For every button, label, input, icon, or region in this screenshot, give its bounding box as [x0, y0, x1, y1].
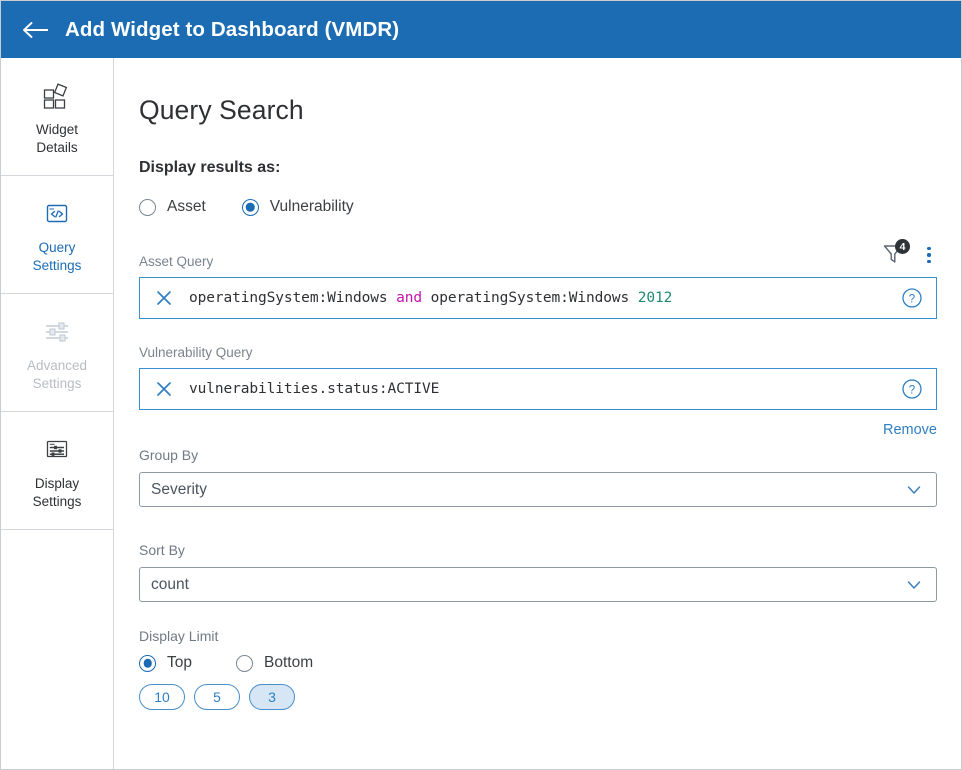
sidebar-item-widget-details[interactable]: Widget Details [1, 58, 113, 176]
radio-bottom[interactable]: Bottom [236, 654, 313, 672]
dialog-titlebar: Add Widget to Dashboard (VMDR) [1, 1, 961, 58]
page-title: Query Search [139, 95, 937, 126]
remove-row: Remove [139, 422, 937, 438]
display-limit-pills: 10 5 3 [139, 684, 937, 710]
code-brackets-icon [41, 196, 73, 232]
query-token-number: 2012 [638, 290, 673, 306]
chevron-down-icon [904, 480, 924, 500]
spacer [139, 507, 937, 533]
sidebar-label-line1: Display [35, 476, 79, 491]
radio-label: Vulnerability [270, 198, 354, 216]
asset-query-input[interactable]: operatingSystem:Windows and operatingSys… [139, 277, 937, 319]
result-type-radio-group: Asset Vulnerability [139, 198, 937, 216]
limit-pill-5[interactable]: 5 [194, 684, 240, 710]
group-by-select[interactable]: Severity [139, 472, 937, 507]
dialog-title: Add Widget to Dashboard (VMDR) [65, 18, 399, 42]
sidebar-item-display-settings[interactable]: Display Settings [1, 412, 113, 530]
filter-count-badge: 4 [895, 239, 910, 254]
sidebar-label-line1: Advanced [27, 358, 87, 373]
chevron-down-icon [904, 575, 924, 595]
sort-by-label: Sort By [139, 542, 937, 558]
sidebar-label-line1: Widget [36, 122, 78, 137]
arrow-left-icon [21, 20, 51, 40]
query-token-plain: operatingSystem:Windows [422, 290, 638, 306]
sidebar-item-label: Advanced Settings [27, 357, 87, 393]
query-token-operator: and [396, 290, 422, 306]
filter-button[interactable]: 4 [881, 242, 907, 268]
radio-indicator [139, 655, 156, 672]
sidebar-item-advanced-settings[interactable]: Advanced Settings [1, 294, 113, 412]
svg-text:?: ? [909, 384, 915, 396]
vulnerability-query-header: Vulnerability Query [139, 345, 937, 360]
vulnerability-query-text: vulnerabilities.status:ACTIVE [189, 381, 900, 397]
group-by-value: Severity [151, 481, 207, 499]
remove-link[interactable]: Remove [883, 422, 937, 438]
query-settings-panel: Query Search Display results as: Asset V… [114, 58, 961, 770]
radio-indicator [236, 655, 253, 672]
display-limit-label: Display Limit [139, 628, 937, 644]
add-widget-dialog: Add Widget to Dashboard (VMDR) Widget De… [0, 0, 962, 770]
display-limit-radio-group: Top Bottom [139, 654, 937, 672]
query-token-plain: operatingSystem:Windows [189, 290, 396, 306]
more-vertical-icon[interactable] [921, 243, 937, 267]
sidebar-label-line2: Settings [33, 494, 82, 509]
wizard-step-rail: Widget Details Query Settings [1, 58, 114, 770]
asset-query-label: Asset Query [139, 254, 213, 269]
asset-query-text: operatingSystem:Windows and operatingSys… [189, 290, 900, 306]
vulnerability-query-label: Vulnerability Query [139, 345, 253, 360]
back-arrow-button[interactable] [15, 9, 57, 51]
sidebar-label-line2: Settings [33, 258, 82, 273]
radio-indicator [242, 199, 259, 216]
question-circle-icon[interactable]: ? [900, 286, 924, 310]
close-x-icon[interactable] [153, 378, 175, 400]
radio-vulnerability[interactable]: Vulnerability [242, 198, 354, 216]
close-x-icon[interactable] [153, 287, 175, 309]
widget-details-icon [42, 78, 72, 114]
display-layout-icon [41, 432, 73, 468]
limit-pill-3[interactable]: 3 [249, 684, 295, 710]
radio-label: Bottom [264, 654, 313, 672]
radio-top[interactable]: Top [139, 654, 192, 672]
limit-pill-10[interactable]: 10 [139, 684, 185, 710]
sidebar-item-label: Query Settings [33, 239, 82, 275]
sort-by-value: count [151, 576, 189, 594]
radio-indicator [139, 199, 156, 216]
sidebar-label-line2: Details [36, 140, 77, 155]
asset-query-header: Asset Query 4 [139, 242, 937, 269]
sidebar-item-label: Display Settings [33, 475, 82, 511]
sidebar-label-line2: Settings [33, 376, 82, 391]
vulnerability-query-input[interactable]: vulnerabilities.status:ACTIVE ? [139, 368, 937, 410]
question-circle-icon[interactable]: ? [900, 377, 924, 401]
radio-label: Top [167, 654, 192, 672]
radio-label: Asset [167, 198, 206, 216]
radio-asset[interactable]: Asset [139, 198, 206, 216]
group-by-label: Group By [139, 447, 937, 463]
asset-query-actions: 4 [881, 242, 937, 269]
dialog-body: Widget Details Query Settings [1, 58, 961, 770]
display-results-label: Display results as: [139, 159, 937, 177]
sliders-icon [41, 314, 73, 350]
sidebar-label-line1: Query [39, 240, 76, 255]
svg-text:?: ? [909, 293, 915, 305]
sidebar-item-query-settings[interactable]: Query Settings [1, 176, 113, 294]
sort-by-select[interactable]: count [139, 567, 937, 602]
sidebar-item-label: Widget Details [36, 121, 78, 157]
